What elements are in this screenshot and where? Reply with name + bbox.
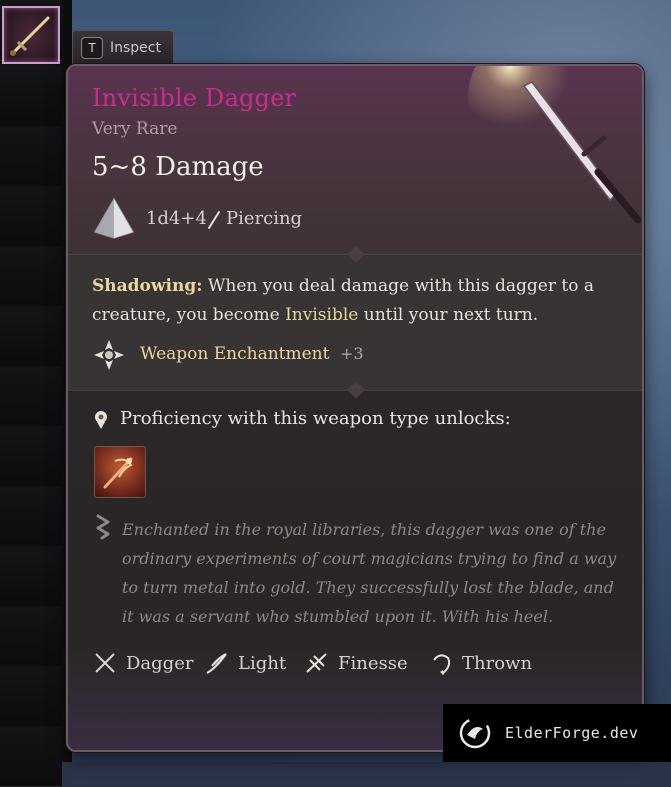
inspect-hotkey: T <box>81 36 103 59</box>
tag-label: Dagger <box>126 652 194 674</box>
dagger-icon <box>95 653 115 673</box>
feather-icon <box>206 653 227 674</box>
weapon-action-icon <box>103 457 133 489</box>
d4-dice-icon <box>93 197 135 239</box>
inventory-slot[interactable] <box>0 246 62 307</box>
inventory-slot[interactable] <box>0 666 62 727</box>
enchantment-label[interactable]: Weapon Enchantment <box>140 344 329 364</box>
thrown-icon <box>433 654 451 675</box>
tag-thrown[interactable]: Thrown <box>428 650 532 676</box>
inspect-tab[interactable]: T Inspect <box>72 30 174 64</box>
inspect-label: Inspect <box>110 39 161 56</box>
inventory-slot[interactable] <box>0 66 62 127</box>
weapon-art-icon <box>468 66 642 224</box>
inventory-slot[interactable] <box>0 306 62 367</box>
tag-finesse[interactable]: Finesse <box>304 650 408 676</box>
enchantment-bonus: +3 <box>340 344 364 363</box>
watermark-text: ElderForge.dev <box>505 724 639 742</box>
tag-label: Light <box>238 652 287 674</box>
proficiency-action-icon[interactable] <box>94 446 146 498</box>
lore-scroll-icon <box>96 514 110 540</box>
piercing-icon <box>208 211 220 229</box>
inventory-slot[interactable] <box>0 546 62 607</box>
inventory-slot[interactable] <box>0 606 62 667</box>
enchantment-icon <box>94 340 124 370</box>
proficiency-icon <box>95 411 107 429</box>
damage-dice: 1d4+4 <box>146 208 207 229</box>
item-rarity: Very Rare <box>92 119 178 139</box>
effect-name: Shadowing: <box>92 276 203 296</box>
dagger-thumbnail-icon <box>10 16 50 56</box>
inventory-slot[interactable] <box>0 186 62 247</box>
inventory-slot[interactable] <box>0 366 62 427</box>
lore-text: Enchanted in the royal libraries, this d… <box>122 520 617 626</box>
tag-label: Thrown <box>462 652 533 674</box>
effect-keyword[interactable]: Invisible <box>285 305 358 325</box>
tag-label: Finesse <box>338 652 408 674</box>
inventory-slot[interactable] <box>0 486 62 547</box>
selected-inventory-slot[interactable] <box>2 6 60 64</box>
item-damage: 5~8 Damage <box>92 152 264 182</box>
tag-dagger[interactable]: Dagger <box>92 650 193 676</box>
inventory-slot[interactable] <box>0 426 62 487</box>
finesse-icon <box>306 653 327 673</box>
inventory-strip <box>0 0 66 787</box>
item-name: Invisible Dagger <box>92 84 297 112</box>
watermark: ElderForge.dev <box>443 704 671 762</box>
tag-light[interactable]: Light <box>204 650 286 676</box>
damage-type: Piercing <box>226 208 303 229</box>
inventory-slot[interactable] <box>0 126 62 187</box>
effect-text-after: until your next turn. <box>358 305 539 325</box>
item-tooltip: Invisible Dagger Very Rare 5~8 Damage 1d… <box>66 64 644 752</box>
dragon-logo-icon <box>459 717 491 749</box>
inventory-slot[interactable] <box>0 726 62 787</box>
passive-effect: Shadowing: When you deal damage with thi… <box>92 272 612 330</box>
proficiency-text: Proficiency with this weapon type unlock… <box>120 408 511 429</box>
